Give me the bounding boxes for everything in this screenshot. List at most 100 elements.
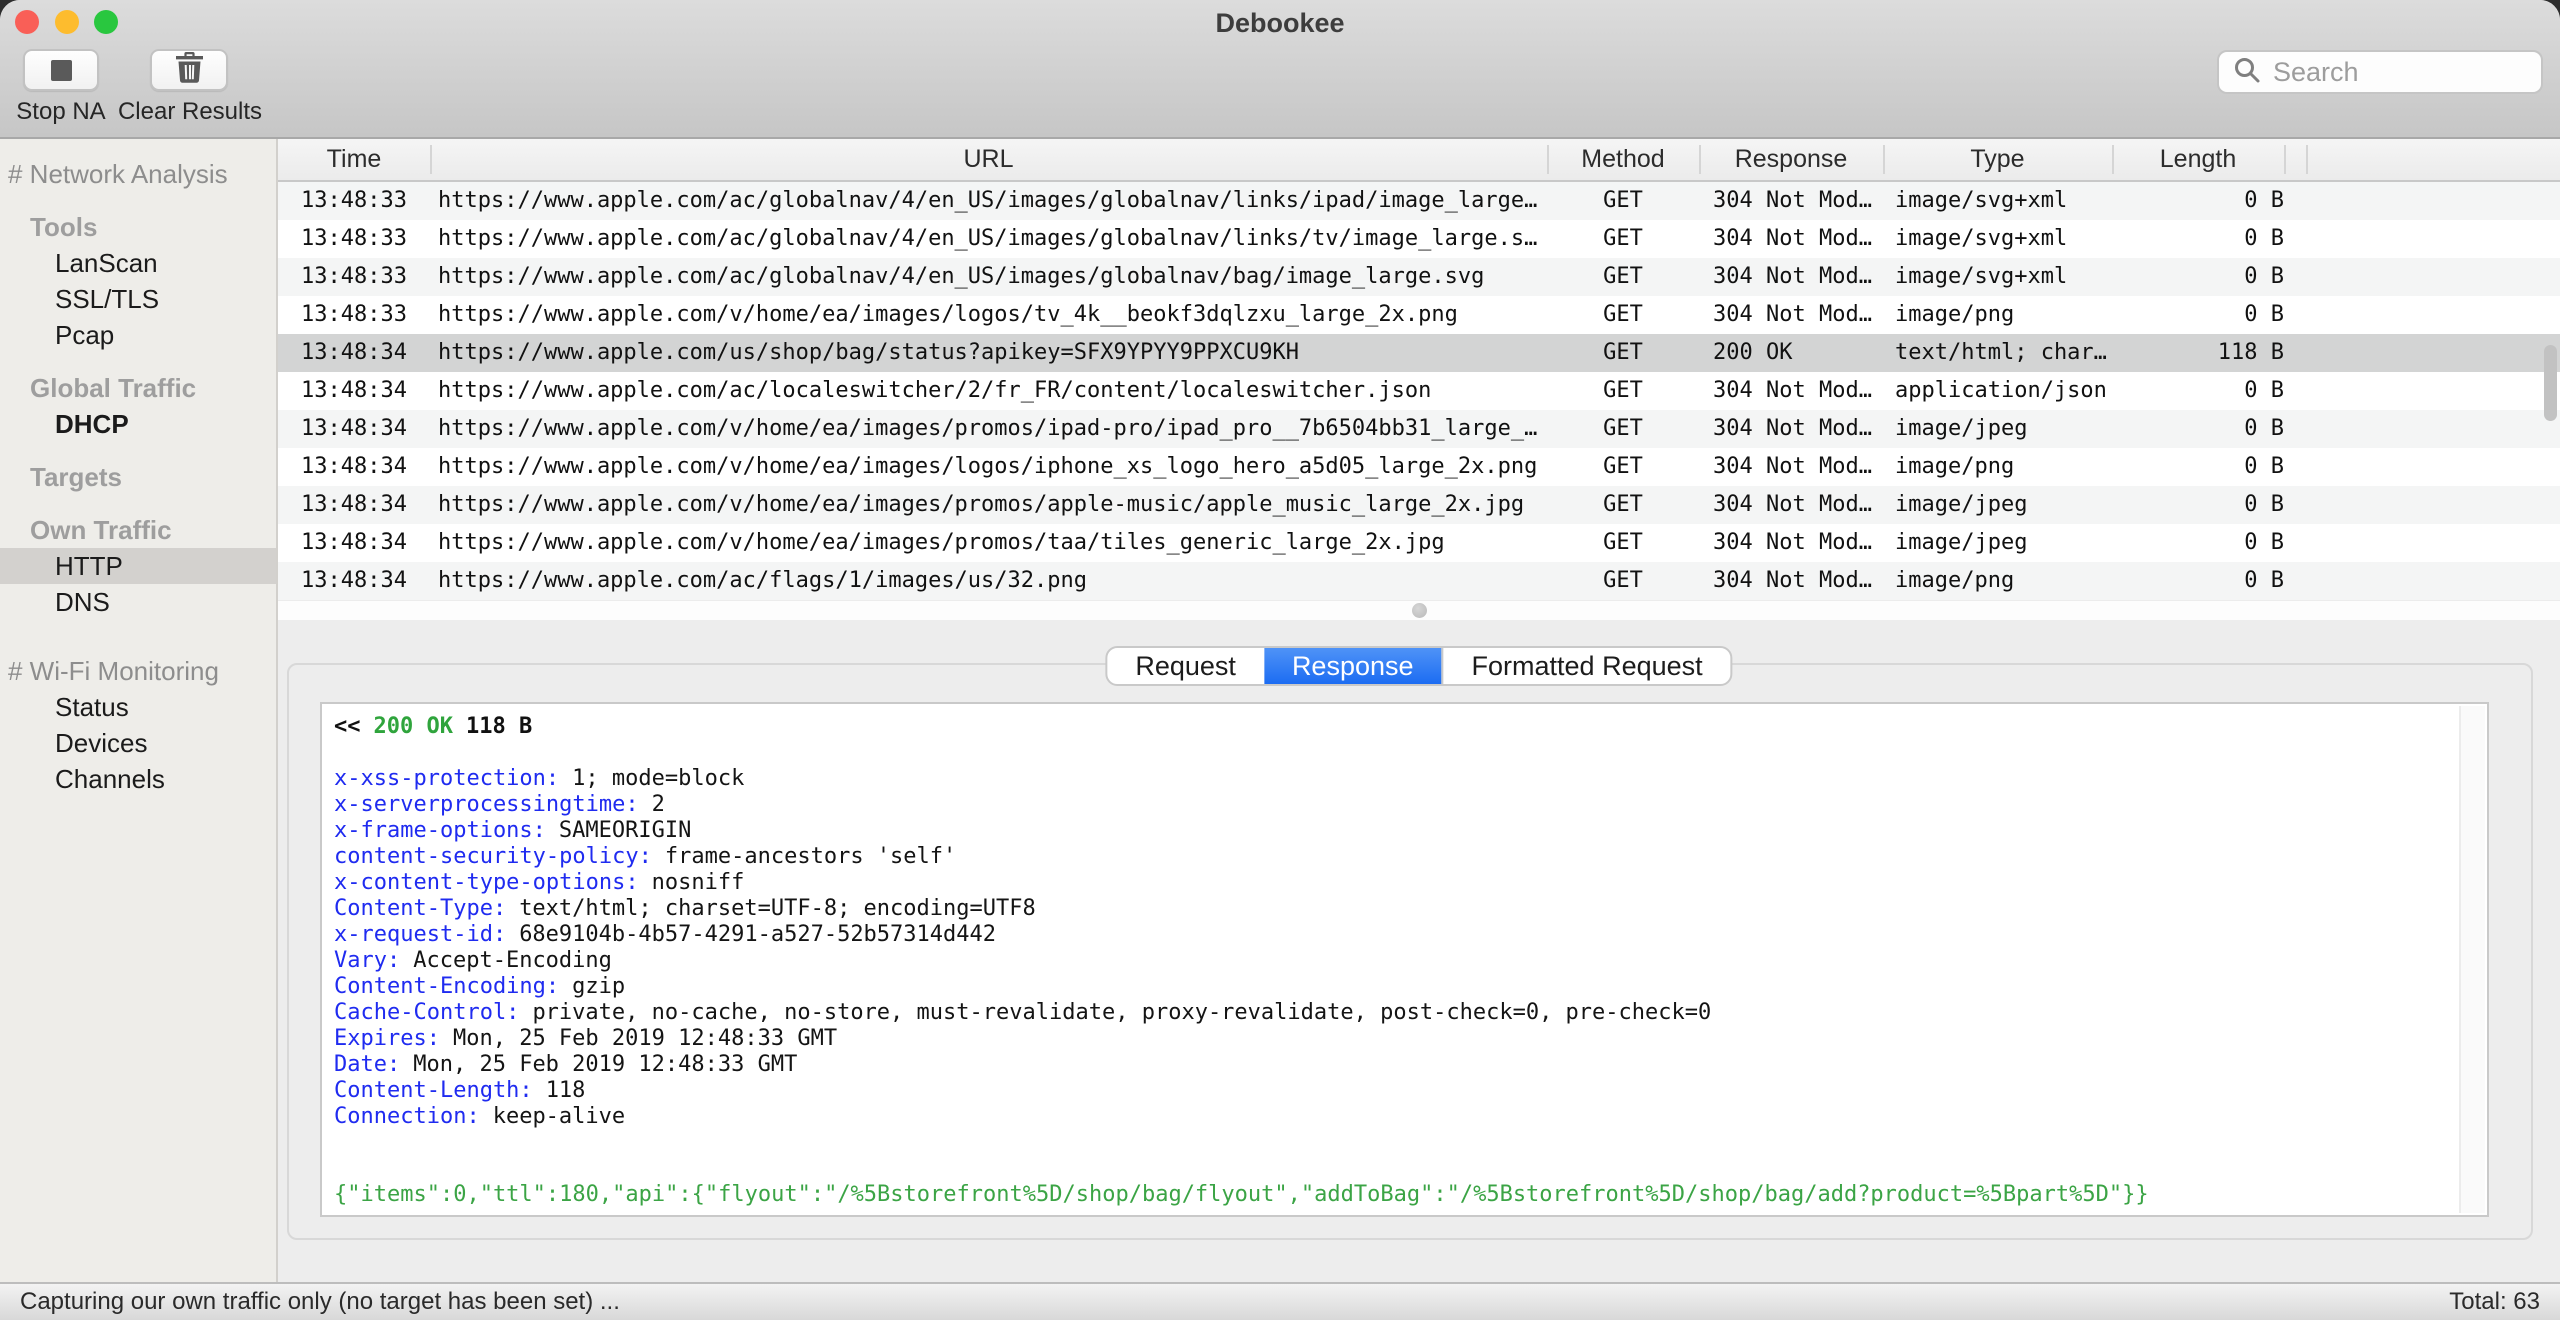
sidebar-item-dhcp[interactable]: DHCP (0, 406, 276, 442)
sidebar-group-label: Own Traffic (30, 515, 172, 545)
splitter-dot-icon (1411, 603, 1427, 618)
cell-time: 13:48:34 (301, 378, 407, 403)
header-key: Cache-Control: (334, 1000, 520, 1025)
tab-response[interactable]: Response (1263, 648, 1442, 684)
column-header-response[interactable]: Response (1699, 139, 1883, 180)
splitter-handle[interactable] (278, 600, 2560, 620)
search-input[interactable] (2271, 55, 2525, 89)
cell-method: GET (1603, 416, 1643, 441)
search-field[interactable] (2217, 50, 2543, 94)
cell-length: 0 B (2244, 302, 2284, 327)
column-header-method[interactable]: Method (1547, 139, 1699, 180)
sidebar-item-http[interactable]: HTTP (0, 548, 276, 584)
cell-url: https://www.apple.com/ac/flags/1/images/… (438, 568, 1088, 593)
header-key: Content-Type: (334, 896, 507, 921)
cell-url: https://www.apple.com/ac/localeswitcher/… (438, 378, 1432, 403)
cell-time: 13:48:34 (301, 340, 407, 365)
app-window: Debookee Stop NA Clear Results Search # … (0, 0, 2560, 1320)
tab-formatted-request[interactable]: Formatted Request (1441, 648, 1731, 684)
response-header-line: Content-Encoding: gzip (334, 974, 2457, 1000)
cell-time: 13:48:33 (301, 188, 407, 213)
column-header-time[interactable]: Time (278, 139, 430, 180)
response-status-code: 200 OK (373, 714, 453, 739)
sidebar-item-devices[interactable]: Devices (0, 725, 276, 761)
header-key: x-xss-protection: (334, 766, 560, 791)
cell-length: 0 B (2244, 226, 2284, 251)
cell-response: 304 Not Mod… (1713, 492, 1872, 517)
sidebar-item-dns[interactable]: DNS (0, 584, 276, 620)
table-row[interactable]: 13:48:34 https://www.apple.com/v/home/ea/… (278, 448, 2560, 486)
sidebar-item-lanscan[interactable]: LanScan (0, 245, 276, 281)
table-row[interactable]: 13:48:33 https://www.apple.com/ac/globaln… (278, 258, 2560, 296)
detail-panel: Request Response Formatted Request << 200 O… (278, 620, 2560, 1282)
response-header-line: Vary: Accept-Encoding (334, 948, 2457, 974)
cell-length: 0 B (2244, 378, 2284, 403)
column-separator (1547, 145, 1549, 174)
cell-length: 0 B (2244, 492, 2284, 517)
cell-time: 13:48:33 (301, 264, 407, 289)
cell-time: 13:48:34 (301, 492, 407, 517)
table-row[interactable]: 13:48:34 https://www.apple.com/v/home/ea/… (278, 410, 2560, 448)
cell-type: image/png (1895, 454, 2015, 479)
cell-response: 200 OK (1713, 340, 1793, 365)
table-row[interactable]: 13:48:33 https://www.apple.com/v/home/ea/… (278, 296, 2560, 334)
column-separator (2284, 145, 2286, 174)
table-row[interactable]: 13:48:33 https://www.apple.com/ac/globaln… (278, 182, 2560, 220)
tab-request[interactable]: Request (1107, 648, 1264, 684)
response-header-line: x-content-type-options: nosniff (334, 870, 2457, 896)
cell-url: https://www.apple.com/ac/globalnav/4/en_… (438, 226, 1538, 251)
cell-response: 304 Not Mod… (1713, 530, 1872, 555)
sidebar-item-pcap[interactable]: Pcap (0, 317, 276, 353)
header-key: Date: (334, 1052, 401, 1077)
stop-na-button[interactable] (23, 49, 99, 91)
table-row[interactable]: 13:48:34 https://www.apple.com/us/shop/ba… (278, 334, 2560, 372)
response-header-line: x-request-id: 68e9104b-4b57-4291-a527-52b… (334, 922, 2457, 948)
header-key: content-security-policy: (334, 844, 652, 869)
cell-url: https://www.apple.com/ac/globalnav/4/en_… (438, 188, 1538, 213)
header-value: keep-alive (492, 1104, 626, 1129)
sidebar: # Network Analysis Tools LanScan SSL/TLS Pca… (0, 139, 278, 1282)
cell-type: image/jpeg (1895, 492, 2028, 517)
clear-results-button[interactable] (150, 49, 228, 91)
cell-url: https://www.apple.com/us/shop/bag/status… (438, 340, 1299, 365)
sidebar-item-channels[interactable]: Channels (0, 761, 276, 797)
cell-type: image/svg+xml (1895, 188, 2068, 213)
sidebar-item-status[interactable]: Status (0, 689, 276, 725)
table-scrollbar-thumb[interactable] (2544, 345, 2557, 421)
sidebar-section-header: # Wi-Fi Monitoring (8, 656, 219, 686)
table-row[interactable]: 13:48:34 https://www.apple.com/v/home/ea/… (278, 524, 2560, 562)
cell-type: image/jpeg (1895, 416, 2028, 441)
cell-type: image/svg+xml (1895, 264, 2068, 289)
response-status-line: << 200 OK 118 B (334, 714, 2457, 740)
response-header-line: Content-Length: 118 (334, 1078, 2457, 1104)
cell-method: GET (1603, 188, 1643, 213)
cell-length: 0 B (2244, 530, 2284, 555)
clear-results-label: Clear Results (117, 98, 263, 125)
table-row[interactable]: 13:48:34 https://www.apple.com/v/home/ea/… (278, 486, 2560, 524)
header-value: private, no-cache, no-store, must-revali… (532, 1000, 1712, 1025)
cell-response: 304 Not Mod… (1713, 568, 1872, 593)
cell-url: https://www.apple.com/v/home/ea/images/p… (438, 530, 1445, 555)
response-header-line: Content-Type: text/html; charset=UTF-8; e… (334, 896, 2457, 922)
sidebar-item-ssl-tls[interactable]: SSL/TLS (0, 281, 276, 317)
cell-response: 304 Not Mod… (1713, 454, 1872, 479)
response-body-json: {"items":0,"ttl":180,"api":{"flyout":"/%… (334, 1182, 2149, 1207)
table-row[interactable]: 13:48:33 https://www.apple.com/ac/globaln… (278, 220, 2560, 258)
table-row[interactable]: 13:48:34 https://www.apple.com/ac/flags/1… (278, 562, 2560, 600)
response-header-line: x-serverprocessingtime: 2 (334, 792, 2457, 818)
column-separator (1883, 145, 1885, 174)
table-row[interactable]: 13:48:34 https://www.apple.com/ac/locales… (278, 372, 2560, 410)
cell-method: GET (1603, 302, 1643, 327)
response-scrollbar-track[interactable] (2459, 706, 2485, 1213)
sidebar-group-label: Targets (30, 462, 122, 492)
response-header-line: Cache-Control: private, no-cache, no-stor… (334, 1000, 2457, 1026)
column-header-length[interactable]: Length (2112, 139, 2284, 180)
request-table: 13:48:33 https://www.apple.com/ac/globaln… (278, 182, 2560, 600)
cell-response: 304 Not Mod… (1713, 226, 1872, 251)
column-header-type[interactable]: Type (1883, 139, 2112, 180)
search-icon (2233, 56, 2261, 89)
total-count: Total: 63 (2449, 1288, 2540, 1315)
column-header-url[interactable]: URL (430, 139, 1547, 180)
header-value: 1; mode=block (572, 766, 745, 791)
